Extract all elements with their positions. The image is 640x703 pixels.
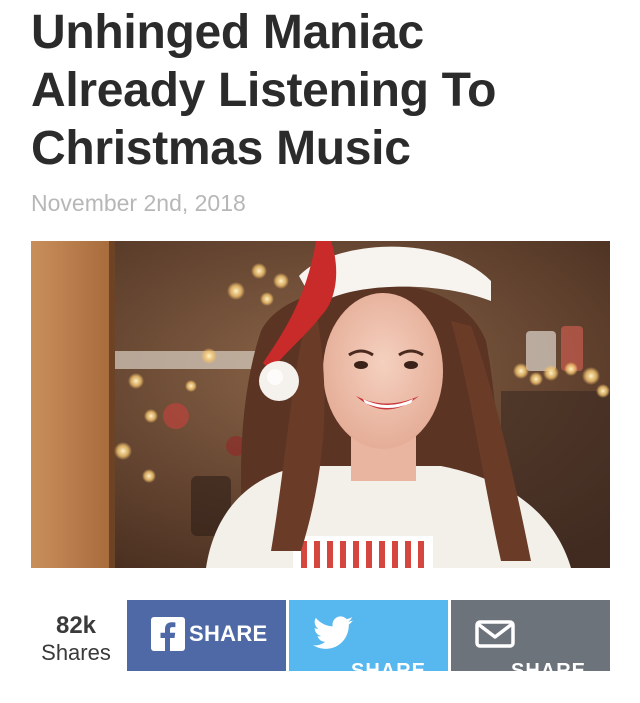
twitter-icon bbox=[313, 616, 353, 655]
facebook-share-label: SHARE bbox=[189, 621, 268, 646]
email-share-button[interactable]: SHARE bbox=[451, 600, 610, 671]
headline-line: Already Listening To bbox=[31, 64, 497, 117]
hero-photo-illustration bbox=[31, 241, 610, 568]
twitter-share-button[interactable]: SHARE bbox=[289, 600, 448, 671]
email-icon bbox=[475, 620, 515, 653]
facebook-share-button[interactable]: SHARE bbox=[127, 600, 286, 671]
share-count: 82k Shares bbox=[30, 612, 122, 666]
share-count-number: 82k bbox=[55, 612, 97, 639]
share-count-label: Shares bbox=[41, 640, 111, 665]
publish-date: November 2nd, 2018 bbox=[31, 190, 246, 216]
share-bar: 82k Shares SHARE SHARE SHARE bbox=[0, 600, 640, 671]
email-share-label: SHARE bbox=[511, 660, 587, 671]
hero-image bbox=[31, 241, 610, 568]
article-headline: Unhinged Maniac Already Listening To Chr… bbox=[31, 4, 621, 178]
twitter-share-label: SHARE bbox=[351, 660, 427, 671]
headline-line: Unhinged Maniac bbox=[31, 6, 424, 59]
facebook-icon bbox=[151, 617, 185, 651]
headline-line: Christmas Music bbox=[31, 122, 411, 175]
